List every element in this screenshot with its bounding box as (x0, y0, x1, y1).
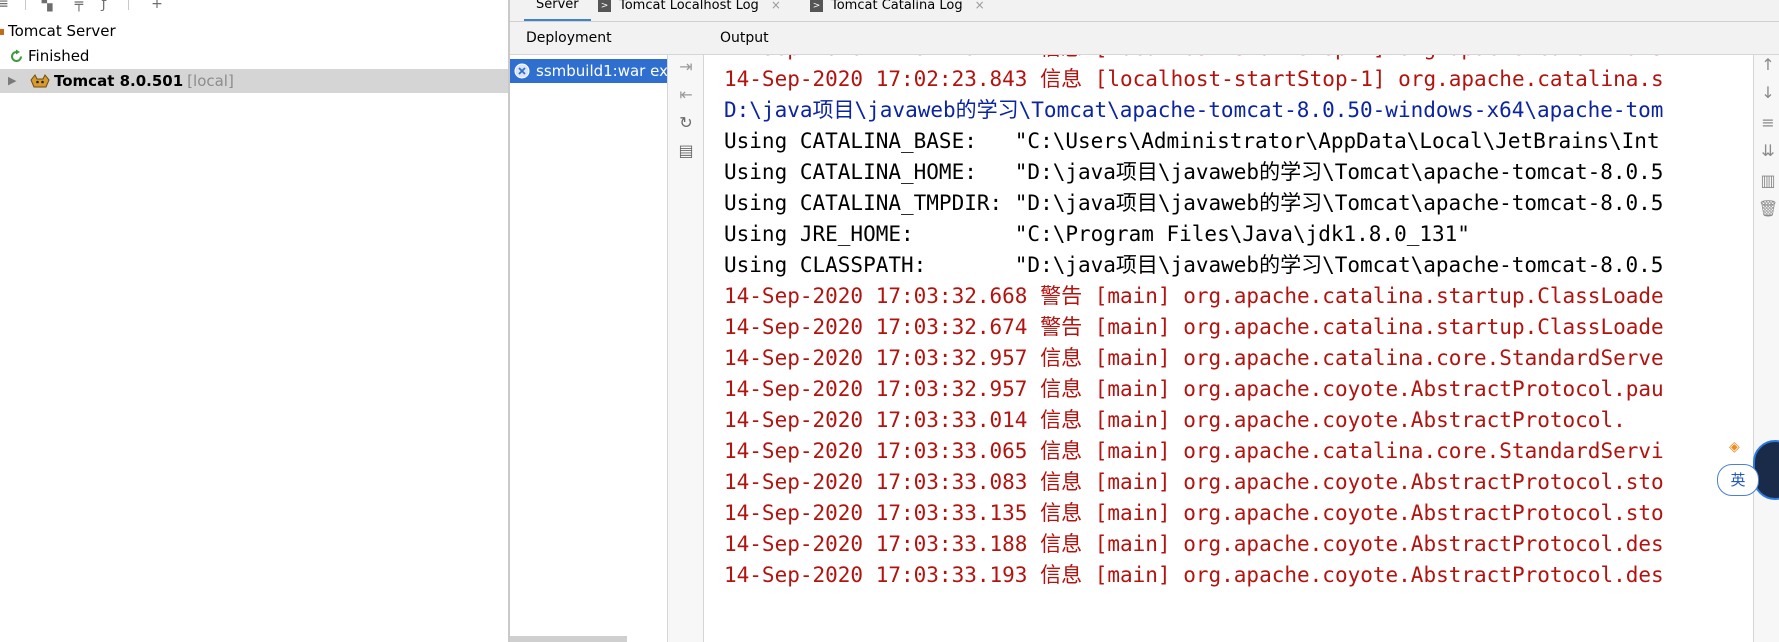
console-line: 14-Sep-2020 17:03:32.957 信息 [main] org.a… (724, 377, 1664, 401)
horizontal-scrollbar[interactable] (510, 636, 627, 642)
console-line: 14-Sep-2020 17:03:33.083 信息 [main] org.a… (724, 470, 1664, 494)
toolbar-separator (25, 0, 26, 10)
tab-server[interactable]: Server (524, 0, 591, 21)
error-icon (514, 63, 530, 79)
tree-node-tomcat-instance[interactable]: ▶ Tomcat 8.0.501 [local] (0, 69, 508, 93)
tab-tomcat-localhost-log[interactable]: > Tomcat Localhost Log × (598, 0, 781, 19)
console-line: 14-Sep-2020 17:03:33.065 信息 [main] org.a… (724, 439, 1664, 463)
output-header: Output (720, 30, 769, 46)
close-tab-icon[interactable]: × (771, 0, 781, 12)
new-service-icon[interactable]: ƒ (95, 0, 113, 12)
deployment-list: ssmbuild1:war exp (510, 55, 668, 642)
services-tree-panel: ≡ ▚ ╤ ƒ + ▪ Tomcat Server Finished ▶ Tom… (0, 0, 508, 642)
console-line: Using CATALINA_BASE: "C:\Users\Administr… (724, 129, 1660, 153)
server-suffix: [local] (187, 72, 234, 90)
console-line: 14-Sep-2020 17:02:23.727 信息 [localhost-s… (724, 55, 1664, 64)
collapse-all-icon[interactable]: ≡ (0, 0, 12, 12)
services-toolbar: ≡ ▚ ╤ ƒ + (0, 0, 508, 14)
scroll-to-end-icon[interactable]: ⇊ (1758, 141, 1778, 161)
group-by-icon[interactable]: ▚ (38, 0, 56, 12)
console-output[interactable]: 14-Sep-2020 17:02:23.727 信息 [localhost-s… (704, 55, 1752, 642)
console-line: Using CATALINA_HOME: "D:\java项目\javaweb的… (724, 160, 1664, 184)
console-log-icon: > (598, 0, 611, 12)
ime-avatar[interactable] (1753, 440, 1779, 500)
tomcat-group-icon: ▪ (0, 24, 6, 38)
tab-label: Tomcat Localhost Log (619, 0, 759, 13)
console-line: 14-Sep-2020 17:03:32.957 信息 [main] org.a… (724, 346, 1664, 370)
clear-all-icon[interactable]: 🗑 (1758, 199, 1778, 219)
tab-label: Tomcat Catalina Log (831, 0, 963, 13)
close-tab-icon[interactable]: × (975, 0, 985, 12)
tab-label: Server (536, 0, 579, 12)
undeploy-icon[interactable]: ⇤ (676, 85, 696, 105)
tab-bar: Server > Tomcat Localhost Log × > Tomcat Ca… (510, 0, 1779, 22)
ime-language-toggle[interactable]: 英 (1717, 464, 1759, 496)
tomcat-cat-icon (30, 74, 50, 88)
deploy-icon[interactable]: ⇥ (676, 57, 696, 77)
rerun-icon (11, 49, 22, 62)
scroll-up-icon[interactable]: ↑ (1758, 55, 1778, 75)
deployment-toolbar: ⇥ ⇤ ↻ ▤ (668, 55, 704, 642)
console-line: 14-Sep-2020 17:03:33.135 信息 [main] org.a… (724, 501, 1664, 525)
server-name: Tomcat 8.0.501 [local] (54, 72, 234, 90)
refresh-icon[interactable]: ↻ (676, 113, 696, 133)
toolbar-separator (128, 0, 129, 10)
tree-node-label: Tomcat Server (8, 22, 116, 40)
add-icon[interactable]: + (148, 0, 166, 12)
status-label: Finished (28, 47, 90, 65)
server-panel-header: Deployment Output (510, 22, 1779, 55)
deployment-item-label: ssmbuild1:war exp (536, 62, 667, 80)
console-line: D:\java项目\javaweb的学习\Tomcat\apache-tomca… (724, 98, 1664, 122)
console-line: 14-Sep-2020 17:03:32.668 警告 [main] org.a… (724, 284, 1664, 308)
console-line: 14-Sep-2020 17:03:33.193 信息 [main] org.a… (724, 563, 1664, 587)
console-line: 14-Sep-2020 17:03:33.188 信息 [main] org.a… (724, 532, 1664, 556)
console-line: 14-Sep-2020 17:02:23.843 信息 [localhost-s… (724, 67, 1664, 91)
deploy-all-icon[interactable]: ▤ (676, 141, 696, 161)
tab-tomcat-catalina-log[interactable]: > Tomcat Catalina Log × (810, 0, 985, 19)
expand-arrow-icon[interactable]: ▶ (8, 69, 16, 93)
console-toolbar: ↑ ↓ ≡ ⇊ ▥ 🗑 (1753, 55, 1779, 642)
console-line: 14-Sep-2020 17:03:33.014 信息 [main] org.a… (724, 408, 1626, 432)
ime-floating-widget[interactable]: 英 ◈ (1717, 440, 1779, 502)
scroll-down-icon[interactable]: ↓ (1758, 83, 1778, 103)
filter-icon[interactable]: ╤ (70, 0, 88, 12)
ime-skin-icon: ◈ (1729, 439, 1740, 455)
deployment-header: Deployment (526, 30, 612, 46)
soft-wrap-icon[interactable]: ≡ (1758, 113, 1778, 133)
console-log-icon: > (810, 0, 823, 12)
deployment-item[interactable]: ssmbuild1:war exp (510, 59, 667, 83)
console-line: 14-Sep-2020 17:03:32.674 警告 [main] org.a… (724, 315, 1664, 339)
console-line: Using CATALINA_TMPDIR: "D:\java项目\javawe… (724, 191, 1664, 215)
ide-window: ≡ ▚ ╤ ƒ + ▪ Tomcat Server Finished ▶ Tom… (0, 0, 1779, 642)
console-line: Using JRE_HOME: "C:\Program Files\Java\j… (724, 222, 1470, 246)
console-line: Using CLASSPATH: "D:\java项目\javaweb的学习\T… (724, 253, 1664, 277)
print-icon[interactable]: ▥ (1758, 171, 1778, 191)
